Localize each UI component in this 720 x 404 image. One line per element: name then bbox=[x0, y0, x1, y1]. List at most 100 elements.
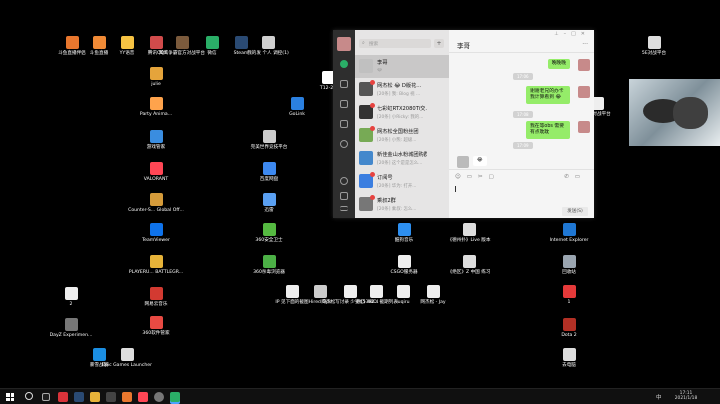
conversation-item[interactable]: 乘叔2群 [20条] 乘叔: 怎么... bbox=[355, 193, 449, 216]
desktop-icon[interactable]: 360杀毒浏览器 bbox=[249, 255, 289, 276]
taskbar-app-2[interactable] bbox=[74, 392, 84, 402]
desktop-icon-label: 360软件管家 bbox=[142, 331, 170, 336]
search-placeholder: 搜索 bbox=[369, 41, 379, 47]
files-icon[interactable] bbox=[340, 120, 348, 128]
contacts-icon[interactable] bbox=[340, 80, 348, 88]
chat-record-icon[interactable]: ▢ bbox=[489, 174, 500, 180]
message-avatar[interactable] bbox=[578, 86, 590, 98]
conversation-item[interactable]: 李哥 😂 bbox=[355, 55, 449, 78]
chat-icon[interactable] bbox=[340, 60, 348, 68]
unread-dot bbox=[370, 80, 375, 85]
moments-icon[interactable] bbox=[340, 140, 348, 148]
message-area: 晚晚晚 17:06 谢谢老兄的办卡我计算看到 😂 17:08 我在等obs 需要有点耽耽… bbox=[449, 53, 594, 169]
timestamp: 17:09 bbox=[513, 142, 533, 149]
app-icon bbox=[262, 193, 276, 206]
desktop-icon[interactable]: 2 bbox=[51, 287, 91, 308]
conversation-item[interactable]: 网杰松全国粉丝团 [20条] 小熊: 超级... bbox=[355, 124, 449, 147]
desktop-icon[interactable]: VALORANT bbox=[136, 162, 176, 183]
desktop-icon[interactable]: 1 bbox=[549, 285, 589, 306]
conversation-item[interactable]: 网杰松 😂 D版花... [20条] 我: Blog 视 ... bbox=[355, 78, 449, 101]
sent-message: 谢谢老兄的办卡我计算看到 😂 bbox=[526, 86, 570, 104]
desktop-icon[interactable]: 网易云音乐 bbox=[136, 287, 176, 308]
desktop-icon[interactable]: 完美世界竞技平台 bbox=[249, 130, 289, 151]
desktop-icon-label: 1 bbox=[567, 300, 571, 305]
voice-call-icon[interactable]: ✆ bbox=[564, 174, 575, 180]
minimize-icon[interactable]: – bbox=[564, 31, 572, 37]
emoji-icon[interactable]: ☺ bbox=[455, 174, 467, 180]
video-call-icon[interactable]: ▭ bbox=[575, 174, 586, 180]
desktop-icon[interactable]: 迅雷 bbox=[249, 193, 289, 214]
desktop-icon[interactable]: PLAYERU... BATTLEGR... bbox=[129, 255, 183, 276]
desktop-icon[interactable]: 百度网盘 bbox=[249, 162, 289, 183]
miniprogram-icon[interactable] bbox=[340, 177, 348, 185]
clock[interactable]: 17:11 2021/1/18 bbox=[672, 391, 700, 401]
maximize-icon[interactable]: □ bbox=[571, 31, 581, 37]
search-input[interactable]: ⌕ 搜索 bbox=[359, 39, 431, 48]
desktop-icon-label: 迅雷 bbox=[264, 208, 274, 213]
add-button[interactable]: + bbox=[434, 39, 444, 48]
desktop-icon[interactable]: julie bbox=[136, 67, 176, 88]
conversation-item[interactable]: 订阅号 [20条] 华为: 打开... bbox=[355, 170, 449, 193]
conversation-preview: [20条] 这个是是怎么... bbox=[377, 161, 423, 166]
desktop-icon[interactable]: 《德州扑》Live 版本 bbox=[448, 223, 491, 244]
desktop-icon[interactable]: 360软件管家 bbox=[136, 316, 176, 337]
conversation-name: 订阅号 bbox=[377, 175, 393, 181]
message-input[interactable] bbox=[455, 184, 587, 204]
menu-icon[interactable] bbox=[340, 206, 348, 211]
app-icon bbox=[92, 348, 106, 361]
desktop-icon-label: 网杰松 - Jay bbox=[420, 300, 446, 305]
taskbar-app-7[interactable] bbox=[154, 392, 164, 402]
app-icon bbox=[149, 67, 163, 80]
message-avatar[interactable] bbox=[578, 59, 590, 71]
app-icon bbox=[647, 36, 661, 49]
search-icon[interactable] bbox=[25, 392, 33, 400]
user-avatar[interactable] bbox=[337, 37, 351, 51]
timestamp: 17:06 bbox=[513, 73, 533, 80]
desktop-icon[interactable]: Internet Explorer bbox=[549, 223, 589, 244]
desktop-icon-label: GoLink bbox=[289, 112, 305, 117]
close-icon[interactable]: ✕ bbox=[581, 31, 590, 37]
pin-icon[interactable]: ⊥ bbox=[554, 31, 563, 37]
desktop-icon[interactable]: GoLink bbox=[277, 97, 317, 118]
desktop-icon[interactable]: 游戏管家 bbox=[136, 130, 176, 151]
desktop-icon[interactable]: Epic Games Launcher bbox=[102, 348, 152, 369]
taskbar-app-3[interactable] bbox=[90, 392, 100, 402]
app-icon bbox=[120, 348, 134, 361]
ime-icon[interactable]: 中 bbox=[656, 393, 662, 401]
taskbar-app-5[interactable] bbox=[122, 392, 132, 402]
scissors-icon[interactable]: ✂ bbox=[478, 174, 489, 180]
phone-icon[interactable] bbox=[340, 192, 348, 200]
desktop-icon[interactable]: DayZ Experimen... bbox=[50, 318, 92, 339]
desktop-icon[interactable]: 我的发 个人 调控(1) bbox=[247, 36, 289, 57]
desktop-icon-label: VALORANT bbox=[143, 177, 169, 182]
message-avatar[interactable] bbox=[457, 156, 469, 168]
app-icon bbox=[149, 223, 163, 236]
desktop-icon[interactable]: 360安全卫士 bbox=[249, 223, 289, 244]
conversation-item[interactable]: 新佳金山水粉城团购群 [20条] 这个是是怎么... bbox=[355, 147, 449, 170]
desktop-icon[interactable]: 《绝区》Z 中国 练习 bbox=[448, 255, 490, 276]
taskbar-app-4[interactable] bbox=[106, 392, 116, 402]
desktop-icon[interactable]: 去电脑 bbox=[549, 348, 589, 369]
start-button[interactable] bbox=[6, 393, 14, 401]
desktop-icon[interactable]: 5E对战平台 bbox=[634, 36, 674, 57]
conversation-item[interactable]: 七彩虹RTX2080Ti交... [20条] 小Ricky: 我的... bbox=[355, 101, 449, 124]
unread-dot bbox=[370, 103, 375, 108]
favorites-icon[interactable] bbox=[340, 100, 348, 108]
taskbar-app-6[interactable] bbox=[138, 392, 148, 402]
message-avatar[interactable] bbox=[578, 121, 590, 133]
folder-icon[interactable]: ▭ bbox=[467, 174, 478, 180]
desktop-icon[interactable]: Dota 2 bbox=[549, 318, 589, 339]
search-icon: ⌕ bbox=[362, 40, 365, 46]
desktop-icon[interactable]: Party Anima... bbox=[136, 97, 176, 118]
desktop-icon[interactable]: 网杰松 - Jay bbox=[413, 285, 453, 306]
desktop-icon[interactable]: Counter-S... Global Off... bbox=[128, 193, 184, 214]
more-button[interactable]: ··· bbox=[582, 41, 588, 48]
desktop-icon[interactable]: 酷狗音乐 bbox=[384, 223, 424, 244]
desktop-icon[interactable]: TeamViewer bbox=[136, 223, 176, 244]
task-view-icon[interactable] bbox=[42, 393, 50, 401]
desktop-icon[interactable]: 回收站 bbox=[549, 255, 589, 276]
taskbar-app-1[interactable] bbox=[58, 392, 68, 402]
send-button[interactable]: 发送(S) bbox=[562, 207, 588, 216]
taskbar-wechat[interactable] bbox=[170, 392, 180, 402]
desktop-icon[interactable]: CSGO服务器 bbox=[384, 255, 424, 276]
